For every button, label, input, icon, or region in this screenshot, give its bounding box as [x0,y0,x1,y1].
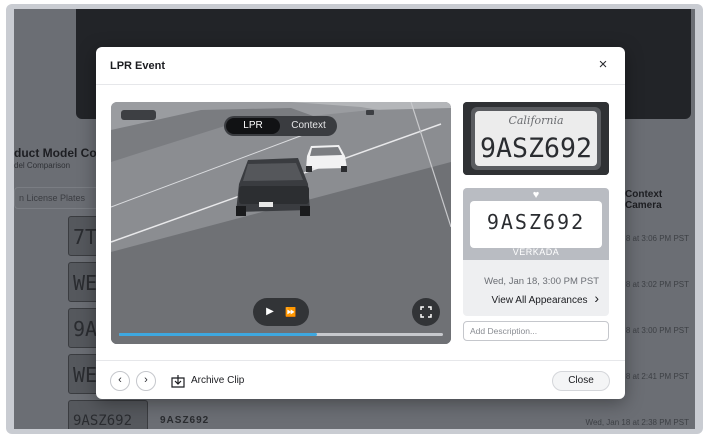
plate-brand: VERKADA [512,247,560,257]
toggle-context[interactable]: Context [282,118,335,134]
view-all-label: View All Appearances [491,295,588,306]
background-row-plate: 9ASZ692 [160,415,210,426]
next-button[interactable]: › [136,371,156,391]
modal-footer: ‹ › Archive Clip Close [96,360,625,399]
view-all-appearances-link[interactable]: View All Appearances › [463,290,599,306]
background-page-subtitle: del Comparison [14,161,71,170]
archive-clip-label: Archive Clip [191,375,245,386]
plate-photo: California 9ASZ692 [463,102,609,175]
modal-title: LPR Event [110,60,166,72]
chevron-right-icon: › [594,290,599,306]
background-column-header: Context Camera [625,189,663,211]
plate-photo-state: California [508,114,563,127]
view-toggle: LPR Context [224,116,337,136]
background-row-time: 8 at 2:41 PM PST [625,372,689,381]
lpr-event-modal: LPR Event × LPR Context ▶ ⏩ California 9… [96,47,625,399]
previous-button[interactable]: ‹ [110,371,130,391]
close-icon[interactable]: × [595,57,611,73]
fast-forward-icon[interactable]: ⏩ [283,305,299,319]
heart-icon: ♥ [532,189,540,201]
plate-frame: ♥ 9ASZ692 VERKADA [463,188,609,260]
close-button[interactable]: Close [552,371,610,391]
download-icon [171,375,185,388]
white-car [306,145,347,172]
background-row-time: Wed, Jan 18 at 2:38 PM PST [585,418,689,427]
playback-progress-bar[interactable] [119,333,443,336]
background-page-title: duct Model Com [14,146,108,160]
background-row-time: 8 at 3:02 PM PST [625,280,689,289]
background-plate-thumbnail: 9ASZ692 [68,400,148,429]
background-row-time: 8 at 3:06 PM PST [625,234,689,243]
video-player[interactable]: LPR Context ▶ ⏩ [111,102,451,344]
plate-info-card: ♥ 9ASZ692 VERKADA Wed, Jan 18, 3:00 PM P… [463,188,609,316]
chevron-left-icon: ‹ [118,374,122,386]
modal-header: LPR Event × [96,47,625,85]
suv-vehicle [236,158,310,216]
toggle-lpr[interactable]: LPR [226,118,280,134]
appearance-timestamp: Wed, Jan 18, 3:00 PM PST [484,276,599,287]
play-icon[interactable]: ▶ [263,305,277,319]
description-input[interactable] [463,321,609,341]
plate-graphic: 9ASZ692 [470,201,602,248]
playback-controls: ▶ ⏩ [253,298,309,326]
plate-photo-number: 9ASZ692 [480,133,592,164]
plate-number: 9ASZ692 [486,210,586,234]
progress-fill [119,333,317,336]
background-row-time: 8 at 3:00 PM PST [625,326,689,335]
fullscreen-icon[interactable] [412,298,440,326]
chevron-right-icon: › [144,374,148,386]
